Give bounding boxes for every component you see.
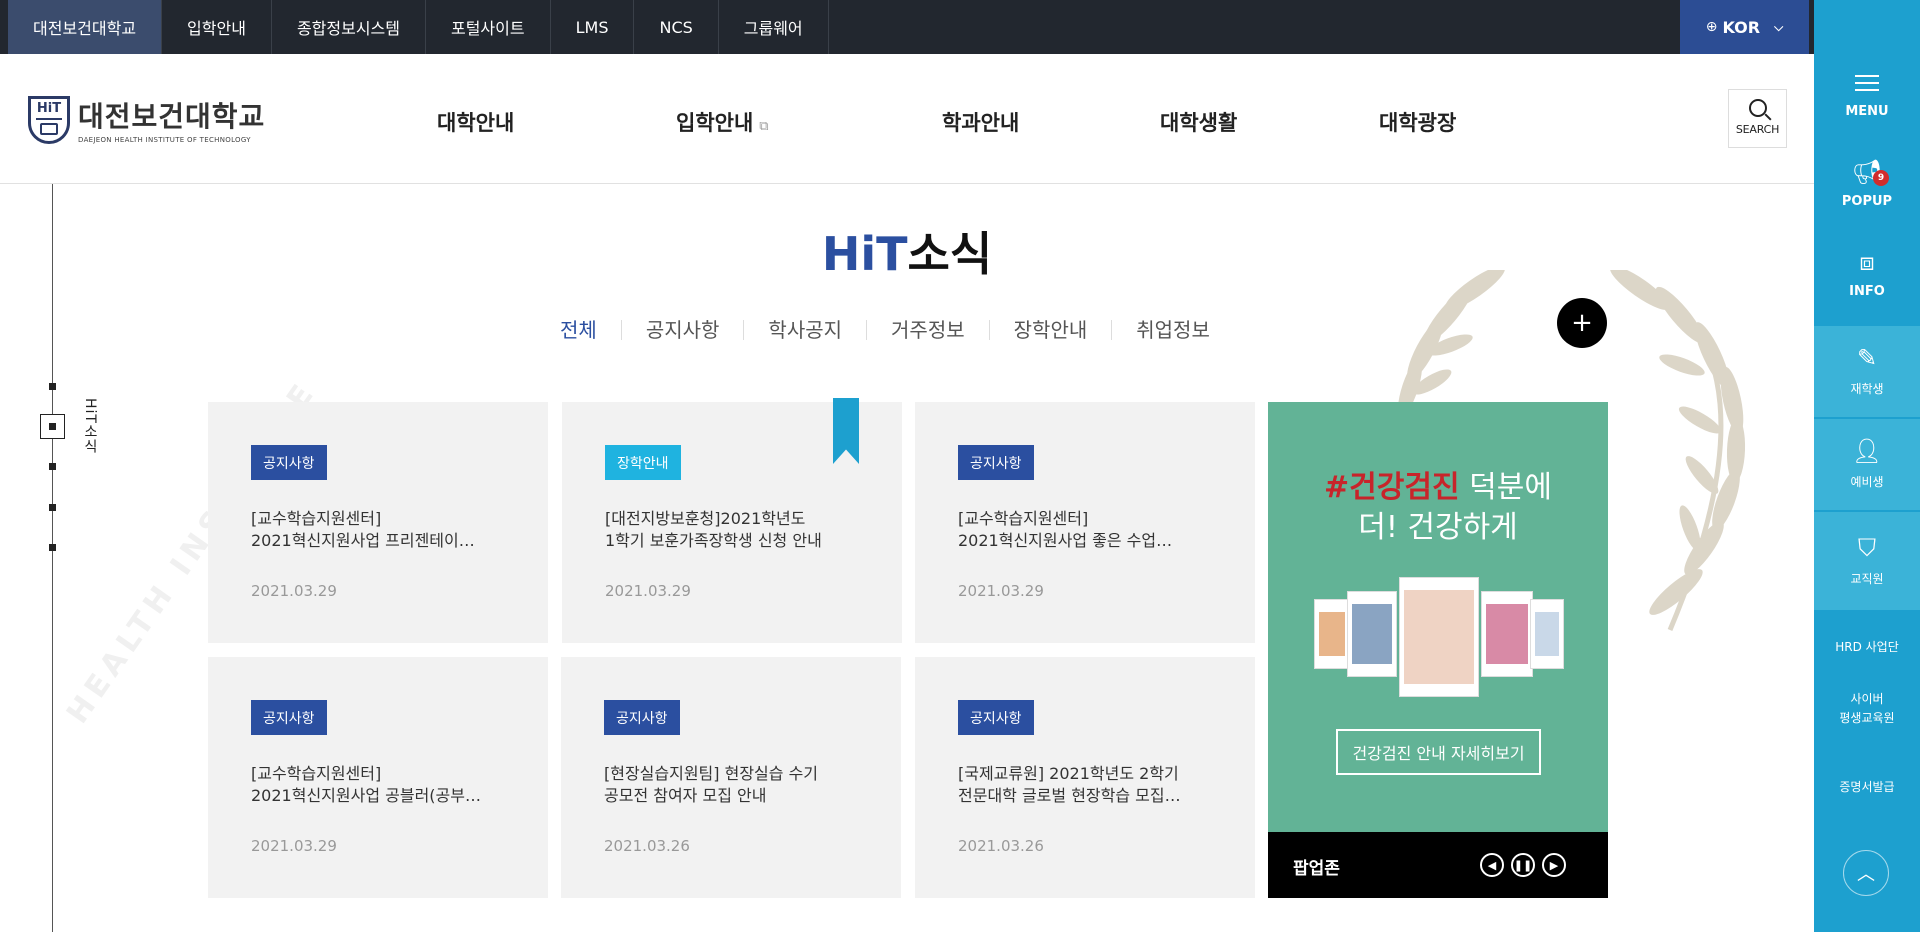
health-check-detail-button[interactable]: 건강검진 안내 자세히보기 bbox=[1336, 729, 1541, 775]
popup-zone: #건강검진 덕분에 더! 건강하게 건강검진 안내 자세히보기 팝업존 ◀ ❚❚… bbox=[1268, 402, 1608, 898]
quick-cyber-education[interactable]: 사이버 평생교육원 bbox=[1814, 690, 1920, 726]
news-date: 2021.03.29 bbox=[251, 837, 337, 855]
popup-count-badge: 9 bbox=[1873, 170, 1889, 186]
news-card[interactable]: 공지사항 [교수학습지원센터] 2021혁신지원사업 프리젠테이… 2021.03… bbox=[208, 402, 548, 643]
news-card[interactable]: 공지사항 [교수학습지원센터] 2021혁신지원사업 좋은 수업… 2021.03… bbox=[915, 402, 1255, 643]
quick-prospective-student[interactable]: 👤︎ 예비생 bbox=[1814, 419, 1920, 511]
top-utility-bar: 대전보건대학교 입학안내 종합정보시스템 포털사이트 LMS NCS 그룹웨어 … bbox=[0, 0, 1814, 54]
news-tabs: 전체 공지사항 학사공지 거주정보 장학안내 취업정보 bbox=[558, 320, 1234, 340]
popup-poster-images bbox=[1314, 577, 1564, 702]
news-card[interactable]: 공지사항 [국제교류원] 2021학년도 2학기 전문대학 글로벌 현장학습 모집… bbox=[915, 657, 1255, 898]
category-badge: 장학안내 bbox=[605, 445, 681, 480]
pause-icon[interactable]: ❚❚ bbox=[1511, 853, 1535, 877]
section-nav-label: HiT소식 bbox=[82, 398, 98, 454]
quick-current-student[interactable]: ✎ 재학생 bbox=[1814, 326, 1920, 418]
popup-zone-title: 팝업존 bbox=[1293, 859, 1340, 879]
language-select[interactable]: ⊕ KOR ⌵ bbox=[1680, 0, 1809, 54]
globe-icon: ⊕ bbox=[1705, 19, 1718, 35]
tab-academic[interactable]: 학사공지 bbox=[743, 320, 866, 340]
category-badge: 공지사항 bbox=[958, 700, 1034, 735]
news-title: [교수학습지원센터] 2021혁신지원사업 프리젠테이… bbox=[251, 509, 475, 550]
category-badge: 공지사항 bbox=[251, 700, 327, 735]
search-button[interactable]: SEARCH bbox=[1728, 89, 1787, 148]
main-navigation: 대학안내 입학안내 ⧉ 학과안내 대학생활 대학광장 bbox=[0, 54, 1600, 184]
language-label: KOR bbox=[1722, 17, 1761, 37]
utility-link-groupware[interactable]: 그룹웨어 bbox=[719, 0, 829, 54]
user-icon: 👤︎ bbox=[1851, 437, 1883, 465]
chevron-down-icon: ⌵ bbox=[1774, 19, 1784, 34]
nav-community[interactable]: 대학광장 bbox=[1379, 107, 1456, 137]
section-nav-line bbox=[52, 184, 53, 932]
section-title: HiT소식 bbox=[821, 227, 993, 281]
tab-all[interactable]: 전체 bbox=[558, 320, 621, 340]
section-nav-dot[interactable] bbox=[49, 463, 56, 470]
news-date: 2021.03.26 bbox=[604, 837, 690, 855]
news-card[interactable]: 공지사항 [현장실습지원팀] 현장실습 수기 공모전 참여자 모집 안내 2021… bbox=[561, 657, 901, 898]
nav-campus-life[interactable]: 대학생활 bbox=[1160, 107, 1237, 137]
plus-icon: + bbox=[1571, 308, 1593, 338]
utility-link-portal[interactable]: 포털사이트 bbox=[426, 0, 551, 54]
quick-menu-button[interactable]: MENU bbox=[1814, 70, 1920, 130]
news-title: [교수학습지원센터] 2021혁신지원사업 공블러(공부… bbox=[251, 764, 481, 805]
news-title: [대전지방보훈청]2021학년도 1학기 보훈가족장학생 신청 안내 bbox=[605, 509, 822, 550]
tab-notice[interactable]: 공지사항 bbox=[620, 320, 744, 340]
chevron-up-icon: ︿ bbox=[1857, 864, 1875, 885]
utility-link-home[interactable]: 대전보건대학교 bbox=[8, 0, 163, 54]
scroll-top-button[interactable]: ︿ bbox=[1843, 850, 1889, 896]
section-nav-dot[interactable] bbox=[49, 544, 56, 551]
tab-housing[interactable]: 거주정보 bbox=[866, 320, 989, 340]
utility-link-info-system[interactable]: 종합정보시스템 bbox=[272, 0, 426, 54]
category-badge: 공지사항 bbox=[604, 700, 680, 735]
news-title: [국제교류원] 2021학년도 2학기 전문대학 글로벌 현장학습 모집… bbox=[958, 764, 1181, 805]
prev-icon[interactable]: ◀ bbox=[1480, 853, 1504, 877]
site-header: HiT 대전보건대학교 DAEJEON HEALTH INSTITUTE OF … bbox=[0, 54, 1814, 184]
category-badge: 공지사항 bbox=[958, 445, 1034, 480]
more-plus-button[interactable]: + bbox=[1557, 298, 1607, 348]
quick-staff[interactable]: ⛉ 교직원 bbox=[1814, 512, 1920, 610]
news-date: 2021.03.29 bbox=[605, 582, 691, 600]
popup-headline: #건강검진 덕분에 더! 건강하게 bbox=[1324, 470, 1552, 545]
section-nav-dot[interactable] bbox=[49, 504, 56, 511]
quick-hrd[interactable]: HRD 사업단 bbox=[1814, 632, 1920, 655]
presentation-board-icon: ⧈ bbox=[1859, 248, 1875, 276]
quick-menu-bar: MENU 📢︎ POPUP 9 ⧈ INFO ✎ 재학생 👤︎ 예비생 ⛉ 교직… bbox=[1814, 0, 1920, 932]
tab-employment[interactable]: 취업정보 bbox=[1111, 320, 1234, 340]
search-icon bbox=[1748, 99, 1767, 117]
news-date: 2021.03.26 bbox=[958, 837, 1044, 855]
news-date: 2021.03.29 bbox=[251, 582, 337, 600]
nav-about[interactable]: 대학안내 bbox=[437, 107, 514, 137]
nav-admission[interactable]: 입학안내 ⧉ bbox=[676, 107, 769, 137]
search-label: SEARCH bbox=[1735, 123, 1780, 136]
quick-info-button[interactable]: ⧈ INFO bbox=[1814, 250, 1920, 310]
external-link-icon: ⧉ bbox=[759, 119, 769, 134]
news-card[interactable]: 공지사항 [교수학습지원센터] 2021혁신지원사업 공블러(공부… 2021.0… bbox=[208, 657, 548, 898]
section-nav-dot[interactable] bbox=[49, 383, 56, 390]
utility-link-admission[interactable]: 입학안내 bbox=[162, 0, 272, 54]
section-nav-current[interactable] bbox=[40, 414, 65, 439]
nav-departments[interactable]: 학과안내 bbox=[942, 107, 1019, 137]
next-icon[interactable]: ▶ bbox=[1542, 853, 1566, 877]
utility-link-lms[interactable]: LMS bbox=[551, 0, 635, 54]
news-title: [현장실습지원팀] 현장실습 수기 공모전 참여자 모집 안내 bbox=[604, 764, 819, 805]
tie-icon: ⛉ bbox=[1858, 533, 1876, 562]
category-badge: 공지사항 bbox=[251, 445, 327, 480]
pen-icon: ✎ bbox=[1856, 344, 1878, 372]
news-title: [교수학습지원센터] 2021혁신지원사업 좋은 수업… bbox=[958, 509, 1173, 550]
popup-zone-bar: 팝업존 ◀ ❚❚ ▶ bbox=[1268, 832, 1608, 898]
quick-popup-button[interactable]: 📢︎ POPUP bbox=[1814, 160, 1920, 220]
news-date: 2021.03.29 bbox=[958, 582, 1044, 600]
tab-scholarship[interactable]: 장학안내 bbox=[988, 320, 1112, 340]
quick-certificate[interactable]: 증명서발급 bbox=[1814, 772, 1920, 795]
hamburger-icon bbox=[1855, 70, 1879, 98]
utility-link-ncs[interactable]: NCS bbox=[634, 0, 719, 54]
utility-links: 대전보건대학교 입학안내 종합정보시스템 포털사이트 LMS NCS 그룹웨어 bbox=[0, 0, 1814, 54]
